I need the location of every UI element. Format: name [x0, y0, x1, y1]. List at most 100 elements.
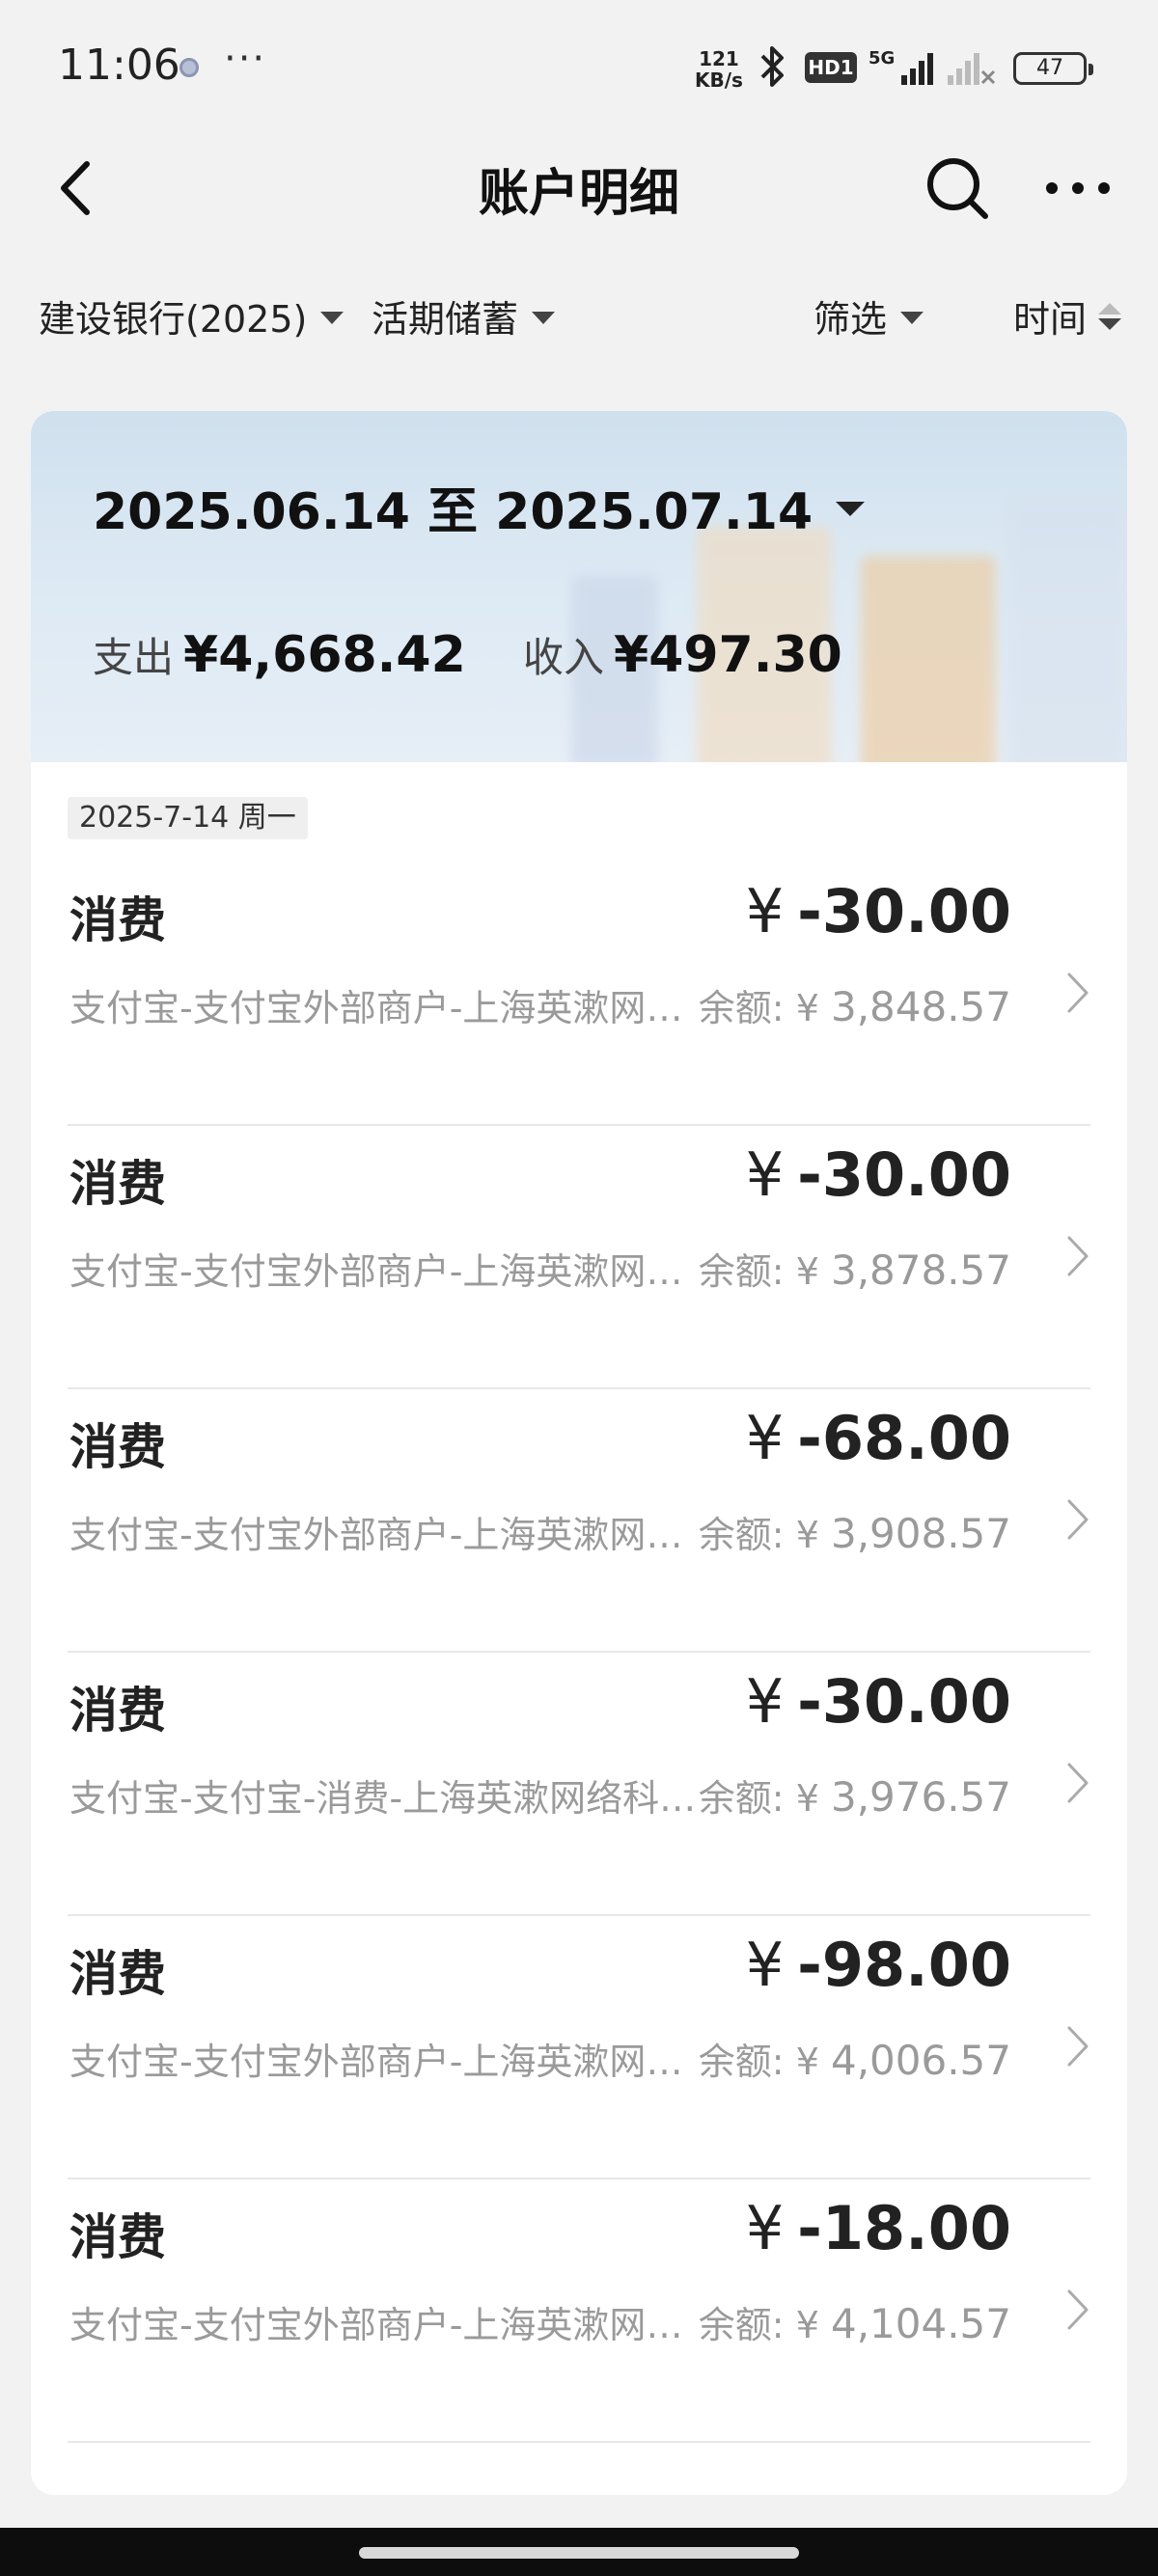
account-selector-label: 建设银行(2025) — [39, 298, 308, 341]
transaction-type: 消费 — [69, 1419, 166, 1475]
currency-symbol: ¥ — [745, 1139, 785, 1210]
transaction-balance: 余额: ¥ 4,006.57 — [699, 2032, 1011, 2085]
chevron-down-icon — [532, 312, 556, 324]
transaction-amount: ¥ -98.00 — [746, 1930, 1011, 2000]
transaction-row[interactable]: 消费¥-98.00支付宝-支付宝外部商户-上海英漱网络科技有限公司余额: ¥ 4… — [31, 1916, 1127, 2179]
transaction-amount: ¥ -30.00 — [746, 1139, 1011, 1210]
currency-symbol: ¥ — [795, 1250, 819, 1293]
sort-button[interactable]: 时间 — [1013, 289, 1122, 343]
account-type-selector[interactable]: 活期储蓄 — [372, 289, 556, 343]
chevron-down-icon — [320, 312, 345, 324]
filter-label: 筛选 — [813, 298, 888, 341]
balance-label: 余额: — [698, 987, 785, 1029]
date-range-text: 2025.06.14 至 2025.07.14 — [93, 483, 813, 541]
chevron-right-icon — [1067, 1763, 1089, 1803]
network-speed-unit: KB/s — [695, 69, 743, 92]
balance-value: 3,976.57 — [830, 1773, 1011, 1821]
transaction-amount: ¥ -30.00 — [746, 876, 1011, 946]
transaction-description: 支付宝-支付宝外部商户-上海英漱网络科技有限公司 — [69, 1514, 697, 1556]
transaction-balance: 余额: ¥ 3,878.57 — [699, 1242, 1011, 1295]
signal-icon — [901, 53, 933, 85]
network-speed-value: 121 — [699, 47, 739, 70]
currency-symbol: ¥ — [745, 1666, 785, 1737]
transaction-balance: 余额: ¥ 3,908.57 — [699, 1505, 1011, 1558]
battery-indicator: 47 — [1013, 52, 1093, 85]
transaction-description: 支付宝-支付宝外部商户-上海英漱网络科技有限公司 — [69, 2304, 697, 2346]
transaction-type: 消费 — [69, 1683, 166, 1739]
status-more-icon: ··· — [224, 37, 267, 81]
transaction-balance: 余额: ¥ 3,976.57 — [699, 1768, 1011, 1822]
transaction-balance: 余额: ¥ 4,104.57 — [699, 2295, 1011, 2348]
income-summary: 收入 ¥497.30 — [523, 625, 842, 684]
currency-symbol: ¥ — [795, 2304, 819, 2346]
header-decoration — [1006, 498, 1127, 762]
transaction-type: 消费 — [69, 892, 166, 948]
balance-value: 3,908.57 — [830, 1510, 1011, 1557]
transactions-card: 2025.06.14 至 2025.07.14 支出 ¥4,668.42 收入 ¥4… — [31, 411, 1127, 2495]
summary-header: 2025.06.14 至 2025.07.14 支出 ¥4,668.42 收入 ¥4… — [31, 411, 1127, 762]
search-icon[interactable] — [922, 152, 993, 224]
currency-symbol: ¥ — [745, 1403, 785, 1473]
currency-symbol: ¥ — [745, 876, 785, 946]
header-decoration — [861, 556, 996, 762]
transaction-amount: ¥ -68.00 — [746, 1403, 1011, 1473]
balance-value: 3,878.57 — [830, 1247, 1011, 1294]
currency-symbol: ¥ — [745, 2193, 785, 2263]
transaction-type: 消费 — [69, 1156, 166, 1212]
expense-value: ¥4,668.42 — [183, 626, 466, 684]
transaction-description: 支付宝-支付宝外部商户-上海英漱网络科技有限公司 — [69, 987, 697, 1029]
balance-label: 余额: — [698, 1250, 785, 1293]
transaction-row[interactable]: 消费 ¥-68.00 支付宝-支付宝外部商户-上海英漱网络科技有限公司余额: ¥ 3… — [31, 1389, 1127, 1653]
transaction-amount: ¥ -18.00 — [746, 2193, 1011, 2263]
chevron-down-icon — [900, 312, 924, 324]
account-type-label: 活期储蓄 — [372, 298, 519, 341]
currency-symbol: ¥ — [795, 987, 819, 1029]
balance-label: 余额: — [698, 1777, 785, 1820]
chevron-right-icon — [1067, 1236, 1089, 1276]
bluetooth-icon — [760, 46, 784, 87]
transaction-amount: ¥ -30.00 — [746, 1666, 1011, 1737]
date-range-selector[interactable]: 2025.06.14 至 2025.07.14 — [93, 471, 866, 543]
date-group-label: 2025-7-14 周一 — [68, 797, 308, 839]
filter-row: 建设银行(2025) 活期储蓄 筛选 时间 — [0, 280, 1158, 357]
currency-symbol: ¥ — [745, 1930, 785, 2000]
transaction-description: 支付宝-支付宝外部商户-上海英漱网络科技有限公司 — [69, 1250, 697, 1293]
transaction-amount-value: -18.00 — [797, 2193, 1011, 2263]
system-nav-bar — [0, 2528, 1158, 2576]
account-selector[interactable]: 建设银行(2025) — [39, 289, 345, 343]
sort-label: 时间 — [1013, 298, 1088, 341]
transaction-balance: 余额: ¥ 3,848.57 — [699, 978, 1011, 1031]
currency-symbol: ¥ — [795, 2041, 819, 2083]
transaction-type: 消费 — [69, 2209, 166, 2265]
signal-secondary-icon — [948, 53, 996, 85]
balance-label: 余额: — [698, 1514, 785, 1556]
status-time: 11:06 — [58, 41, 180, 90]
transaction-amount-value: -98.00 — [797, 1930, 1011, 2000]
balance-label: 余额: — [698, 2041, 785, 2083]
transaction-amount-value: -30.00 — [797, 1666, 1011, 1737]
transaction-row[interactable]: 消费¥-18.00支付宝-支付宝外部商户-上海英漱网络科技有限公司余额: ¥ 4… — [31, 2179, 1127, 2443]
filter-button[interactable]: 筛选 — [813, 289, 924, 343]
transaction-row[interactable]: 消费 ¥-30.00 支付宝-支付宝外部商户-上海英漱网络科技有限公司余额: ¥ 3… — [31, 1126, 1127, 1389]
income-label: 收入 — [523, 634, 605, 681]
balance-label: 余额: — [698, 2304, 785, 2346]
currency-symbol: ¥ — [795, 1514, 819, 1556]
home-indicator[interactable] — [359, 2547, 799, 2559]
transaction-row[interactable]: 消费¥-30.00支付宝-支付宝外部商户-上海英漱网络科技有限公司余额: ¥ 3… — [31, 863, 1127, 1126]
balance-value: 4,104.57 — [830, 2300, 1011, 2347]
network-speed: 121 KB/s — [695, 48, 743, 91]
row-divider — [68, 2441, 1090, 2443]
nav-bar: 账户明细 — [0, 135, 1158, 241]
transaction-description: 支付宝-支付宝-消费-上海英漱网络科技有限公司 — [69, 1777, 697, 1820]
transaction-amount-value: -30.00 — [797, 876, 1011, 946]
notification-dot-icon — [179, 58, 199, 77]
expense-summary: 支出 ¥4,668.42 — [93, 625, 466, 684]
chevron-right-icon — [1067, 2026, 1089, 2067]
income-value: ¥497.30 — [614, 626, 842, 684]
transaction-row[interactable]: 消费 ¥-30.00 支付宝-支付宝-消费-上海英漱网络科技有限公司余额: ¥ 3,… — [31, 1653, 1127, 1916]
chevron-right-icon — [1067, 973, 1089, 1013]
balance-value: 3,848.57 — [830, 983, 1011, 1030]
transaction-description: 支付宝-支付宝外部商户-上海英漱网络科技有限公司 — [69, 2041, 697, 2083]
transaction-type: 消费 — [69, 1946, 166, 2002]
more-icon[interactable] — [1042, 174, 1114, 203]
